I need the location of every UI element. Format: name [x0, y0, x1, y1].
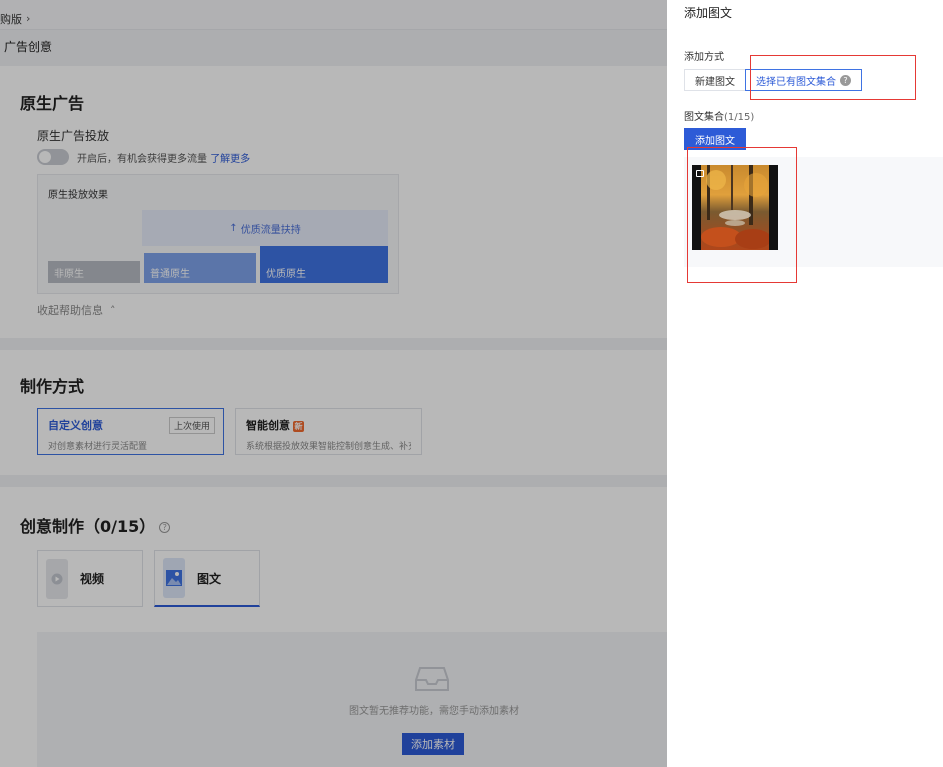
add-graphic-drawer: 添加图文 添加方式 新建图文 选择已有图文集合? 图文集合(1/15) 添加图文 — [667, 0, 943, 767]
collection-label-text: 图文集合 — [684, 112, 724, 123]
modal-overlay[interactable] — [0, 0, 667, 767]
new-graphic-option[interactable]: 新建图文 — [684, 69, 746, 91]
highlight-box-method — [750, 55, 916, 100]
collection-label: 图文集合(1/15) — [684, 108, 754, 123]
method-label: 添加方式 — [684, 52, 724, 63]
highlight-box-thumbnail — [687, 147, 797, 283]
drawer-title: 添加图文 — [684, 6, 733, 20]
background-page: 购版 › 广告创意 原生广告 原生广告投放 开启后，有机会获得更多流量 了解更多… — [0, 0, 667, 767]
collection-count: (1/15) — [724, 112, 755, 123]
